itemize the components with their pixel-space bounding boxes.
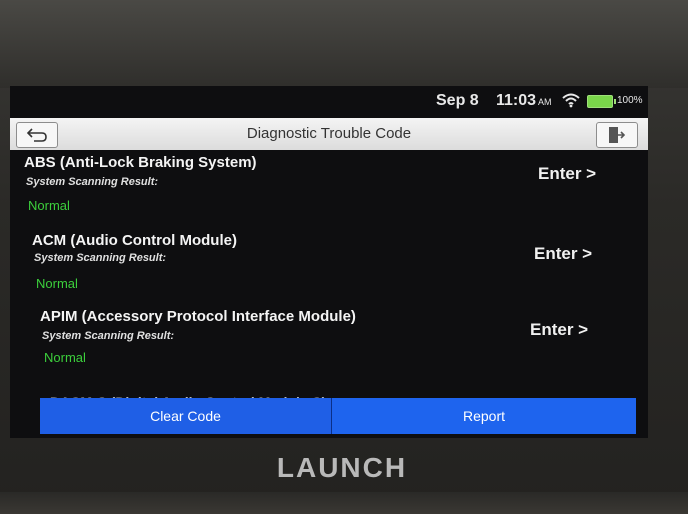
wifi-icon: [562, 93, 580, 108]
enter-button[interactable]: Enter >: [530, 320, 588, 340]
title-bar: Diagnostic Trouble Code: [10, 118, 648, 150]
screen: Sep 8 11:03 AM 100% Diagnostic Trouble C…: [10, 86, 648, 438]
device-bezel-top: [0, 0, 688, 88]
status-bar: Sep 8 11:03 AM 100%: [10, 86, 648, 114]
action-bar: Clear Code Report: [40, 398, 636, 434]
exit-icon: [609, 127, 626, 143]
module-title: ABS (Anti-Lock Braking System): [24, 154, 257, 171]
page-title: Diagnostic Trouble Code: [246, 125, 412, 142]
clear-code-button[interactable]: Clear Code: [40, 398, 332, 434]
list-item: ACM (Audio Control Module) System Scanni…: [10, 232, 648, 308]
device-bezel-bottom: [0, 492, 688, 514]
module-status: Normal: [28, 198, 70, 213]
module-subtitle: System Scanning Result:: [34, 252, 167, 264]
status-ampm: AM: [538, 97, 552, 107]
list-item: ABS (Anti-Lock Braking System) System Sc…: [10, 154, 648, 230]
report-button[interactable]: Report: [332, 398, 636, 434]
status-date: Sep 8: [436, 92, 479, 109]
enter-button[interactable]: Enter >: [534, 244, 592, 264]
enter-button[interactable]: Enter >: [538, 164, 596, 184]
battery-percentage: 100%: [617, 95, 643, 106]
battery-icon: [587, 95, 616, 108]
module-subtitle: System Scanning Result:: [26, 176, 159, 188]
module-title: ACM (Audio Control Module): [32, 232, 237, 249]
module-title: APIM (Accessory Protocol Interface Modul…: [40, 308, 356, 325]
module-list: ABS (Anti-Lock Braking System) System Sc…: [10, 152, 648, 402]
module-status: Normal: [44, 350, 86, 365]
status-time: 11:03: [496, 92, 537, 109]
brand-logo: LAUNCH: [276, 452, 408, 483]
list-item: APIM (Accessory Protocol Interface Modul…: [10, 308, 648, 384]
module-status: Normal: [36, 276, 78, 291]
exit-button[interactable]: [596, 122, 638, 148]
module-subtitle: System Scanning Result:: [42, 330, 175, 342]
